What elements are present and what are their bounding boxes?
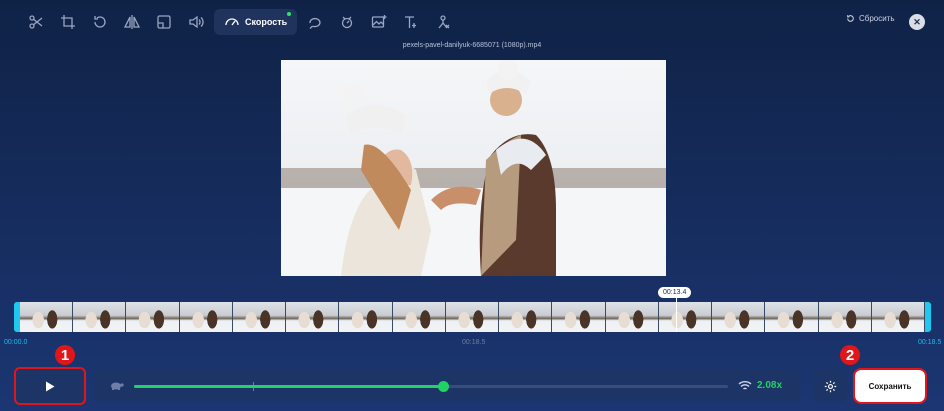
timeline-thumbnail	[286, 302, 340, 332]
annotation-badge-1: 1	[55, 345, 75, 365]
timeline-thumbnail	[126, 302, 180, 332]
video-preview	[281, 60, 666, 276]
timeline-thumbnail	[20, 302, 74, 332]
reset-button[interactable]: Сбросить	[846, 14, 895, 23]
play-icon	[46, 381, 55, 391]
resize-icon[interactable]	[148, 9, 180, 35]
timeline-thumbnail	[445, 302, 500, 332]
timeline-thumbnail	[179, 302, 233, 332]
annotation-badge-2: 2	[840, 345, 860, 365]
speed-control-panel: 2.08x	[94, 370, 800, 402]
play-button[interactable]	[14, 367, 86, 405]
stabilize-icon[interactable]	[331, 9, 363, 35]
timeline-strip[interactable]	[14, 302, 931, 332]
playhead[interactable]	[676, 298, 677, 332]
timeline-thumbnail	[552, 302, 606, 332]
current-time-marker: 00:13.4	[658, 287, 692, 298]
gear-icon	[824, 380, 836, 392]
timeline-thumbnail	[605, 302, 659, 332]
timeline-thumbnail	[499, 302, 553, 332]
settings-button[interactable]	[813, 370, 847, 402]
reset-icon	[847, 15, 854, 22]
remove-watermark-icon[interactable]	[427, 9, 459, 35]
trim-end-handle[interactable]	[925, 302, 931, 332]
speed-tool-button[interactable]: Скорость	[214, 9, 298, 35]
slow-turtle-icon	[111, 382, 124, 390]
speed-slider-fill	[134, 385, 443, 388]
speed-slider[interactable]	[134, 381, 728, 392]
timeline-thumbnails	[20, 302, 925, 332]
crop-icon[interactable]	[52, 9, 84, 35]
close-button[interactable]: ✕	[909, 14, 925, 30]
editor-toolbar: Скорость	[20, 9, 459, 35]
timeline-start-time: 00:00.0	[4, 339, 28, 346]
timeline-thumbnail	[73, 302, 127, 332]
timeline-thumbnail	[871, 302, 925, 332]
timeline-thumbnail	[392, 302, 446, 332]
timeline-end-time: 00:18.5	[918, 339, 942, 346]
speed-value: 2.08x	[757, 380, 783, 391]
speed-slider-knob[interactable]	[437, 381, 449, 392]
timeline-duration: 00:18.5	[462, 339, 486, 346]
timeline-thumbnail	[818, 302, 872, 332]
video-filename: pexels-pavel-danilyuk-6685071 (1080p).mp…	[402, 42, 542, 49]
reset-label: Сбросить	[859, 14, 895, 23]
loop-icon[interactable]	[299, 9, 331, 35]
timeline-thumbnail	[232, 302, 287, 332]
timeline-thumbnail	[658, 302, 713, 332]
flip-icon[interactable]	[116, 9, 148, 35]
close-icon: ✕	[913, 16, 921, 27]
rotate-icon[interactable]	[84, 9, 116, 35]
add-image-icon[interactable]	[363, 9, 395, 35]
volume-icon[interactable]	[180, 9, 212, 35]
fast-speed-icon	[738, 381, 752, 390]
timeline-thumbnail	[765, 302, 819, 332]
add-text-icon[interactable]	[395, 9, 427, 35]
timeline-thumbnail	[712, 302, 766, 332]
speedometer-icon	[225, 18, 239, 26]
scissors-icon[interactable]	[20, 9, 52, 35]
save-button[interactable]: Сохранить	[853, 368, 927, 404]
active-indicator	[287, 12, 292, 16]
speed-tool-label: Скорость	[245, 17, 288, 27]
timeline-thumbnail	[339, 302, 393, 332]
